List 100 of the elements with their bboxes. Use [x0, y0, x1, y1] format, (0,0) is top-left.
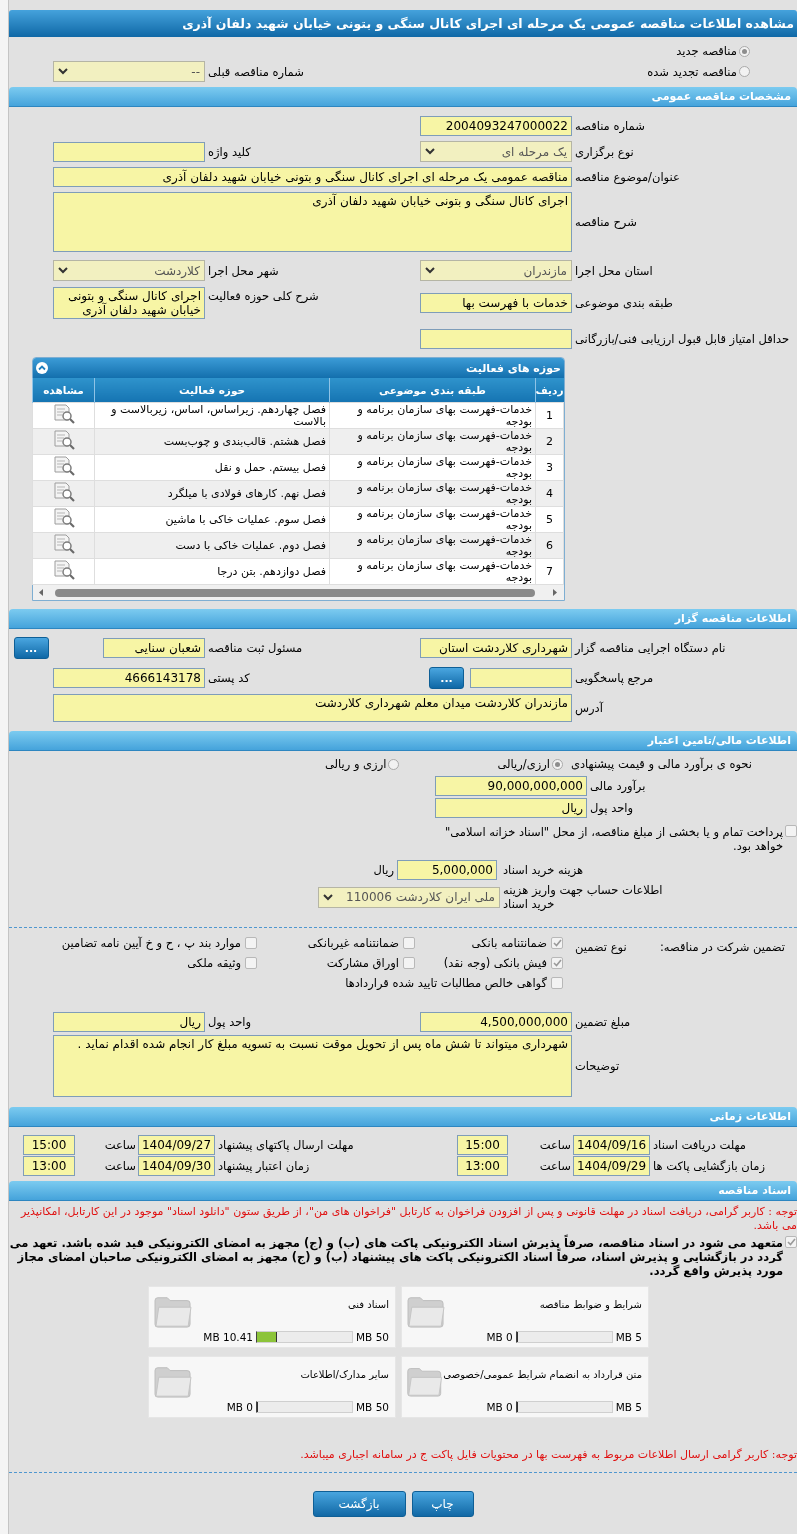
table-cell: 6 — [535, 532, 564, 559]
dropdown-field[interactable]: کلاردشت — [53, 260, 205, 281]
file-size: 0 MB — [486, 1401, 513, 1413]
checkbox-label: موارد بند پ ، ح و خ آیین نامه تضامین — [61, 936, 241, 950]
field-label: شماره مناقصه — [574, 119, 646, 133]
input-field[interactable]: 5,000,000 — [397, 860, 497, 880]
checkbox[interactable] — [403, 937, 415, 949]
field-label: زمان بازگشایی پاکت ها — [652, 1159, 766, 1173]
checkbox-label: ضمانتنامه غیربانکی — [307, 936, 399, 950]
document-search-icon[interactable] — [51, 455, 76, 477]
field-label: ساعت — [538, 1138, 572, 1152]
checkbox[interactable] — [551, 957, 563, 969]
input-field[interactable] — [53, 141, 205, 162]
caret-icon — [425, 148, 435, 155]
input-field[interactable]: شهرداری کلاردشت استان — [420, 638, 572, 658]
table-cell: فصل دوم. عملیات خاکی با دست — [94, 532, 330, 559]
field-label: مسئول ثبت مناقصه — [207, 641, 304, 655]
document-search-icon[interactable] — [51, 481, 76, 503]
radio-button[interactable] — [739, 45, 750, 57]
radio-button[interactable] — [388, 758, 400, 770]
date-field[interactable]: 1404/09/27 — [138, 1135, 215, 1155]
input-field[interactable]: ریال — [53, 1012, 205, 1032]
radio-button[interactable] — [551, 758, 563, 770]
checkbox[interactable] — [551, 977, 563, 989]
field-label: واحد پول — [589, 801, 635, 815]
size-limit: 50 MB — [356, 1401, 389, 1413]
document-search-icon[interactable] — [51, 429, 76, 451]
checkbox-label: گواهی خالص مطالبات تایید شده قراردادها — [345, 976, 547, 990]
document-search-icon[interactable] — [51, 559, 76, 581]
field-label: کد پستی — [207, 671, 251, 685]
caret-icon — [58, 68, 68, 75]
text-area[interactable]: اجرای کانال سنگی و بتونی خیابان شهید دلفان آذری — [53, 287, 205, 319]
table-cell: 3 — [535, 454, 564, 481]
field-label: تضمین شرکت در مناقصه: — [658, 939, 786, 954]
checkbox[interactable] — [785, 825, 797, 837]
column-header: ردیف — [535, 378, 564, 403]
field-label: هزینه خرید اسناد — [502, 863, 585, 877]
field-label: برآورد مالی — [589, 779, 647, 793]
checkbox[interactable] — [245, 937, 257, 949]
collapse-icon[interactable] — [36, 362, 48, 374]
text-area[interactable]: شهرداری میتواند تا شش ماه پس از تحویل موقت نسبت به تسویه مبلغ کار انجام شده اقدام نماید . — [53, 1035, 572, 1097]
table-cell: 4 — [535, 480, 564, 507]
section-header: اسناد مناقصه — [9, 1181, 797, 1201]
input-field[interactable] — [420, 329, 572, 349]
document-search-icon[interactable] — [51, 533, 76, 555]
field-label: شهر محل اجرا — [207, 263, 280, 278]
action-button[interactable]: بازگشت — [312, 1491, 406, 1517]
dropdown-field[interactable]: مازندران — [420, 260, 572, 281]
notice-text: توجه: کاربر گرامی ارسال اطلاعات مربوط به فهرست بها در محتویات فایل پاکت ج در سامانه اجباری میباشد. — [299, 1448, 797, 1462]
checkbox[interactable] — [245, 957, 257, 969]
date-field[interactable]: 1404/09/30 — [138, 1156, 215, 1176]
input-field[interactable]: خدمات با فهرست بها — [420, 293, 572, 313]
field-label: شرح کلی حوزه فعالیت — [207, 288, 320, 303]
action-button[interactable]: چاپ — [411, 1491, 474, 1517]
checkbox[interactable] — [785, 1236, 797, 1248]
table-title: حوزه های فعالیت — [466, 361, 561, 375]
table-cell: خدمات-فهرست بهای سازمان برنامه و بودجه — [329, 454, 536, 481]
input-field[interactable]: شعبان سنایی — [103, 638, 205, 658]
input-field[interactable] — [470, 668, 572, 688]
document-search-icon[interactable] — [51, 403, 76, 425]
input-field[interactable]: 4666143178 — [53, 668, 205, 688]
browse-button[interactable]: ... — [429, 667, 464, 689]
time-field[interactable]: 15:00 — [23, 1135, 75, 1155]
radio-label: مناقصه جدید — [676, 44, 737, 58]
radio-label: مناقصه تجدید شده — [647, 64, 737, 79]
time-field[interactable]: 13:00 — [23, 1156, 75, 1176]
size-limit: 50 MB — [356, 1331, 389, 1343]
field-label: نام دستگاه اجرایی مناقصه گزار — [573, 641, 727, 655]
input-field[interactable]: مناقصه عمومی یک مرحله ای اجرای کانال سنگی و بتونی خیابان شهید دلفان آذری — [53, 167, 572, 187]
field-label: توضیحات — [574, 1059, 621, 1073]
table-cell: فصل دوازدهم. بتن درجا — [94, 558, 330, 585]
dropdown-field[interactable]: -- — [53, 61, 205, 82]
field-label: واحد پول — [207, 1015, 253, 1029]
table-cell: فصل بیستم. حمل و نقل — [94, 454, 330, 481]
checkbox[interactable] — [551, 937, 563, 949]
dropdown-field[interactable]: یک مرحله ای — [420, 141, 572, 162]
dropdown-field[interactable]: ملی ایران کلاردشت 110006 — [318, 886, 500, 908]
input-field[interactable]: 90,000,000,000 — [435, 776, 587, 796]
time-field[interactable]: 13:00 — [457, 1156, 508, 1176]
input-field[interactable]: 4,500,000,000 — [420, 1012, 572, 1032]
browse-button[interactable]: ... — [13, 637, 49, 659]
field-label: حداقل امتیاز قابل قبول ارزیابی فنی/بازرگانی — [574, 332, 791, 346]
checkbox-label: ضمانتنامه بانکی — [471, 936, 547, 950]
table-cell: 2 — [535, 428, 564, 455]
text-area[interactable]: اجرای کانال سنگی و بتونی خیابان شهید دلفان آذری — [53, 192, 572, 252]
field-label: ساعت — [538, 1159, 572, 1173]
document-search-icon[interactable] — [51, 507, 76, 529]
checkbox[interactable] — [403, 957, 415, 969]
horizontal-scrollbar[interactable] — [33, 585, 564, 600]
commitment-text: متعهد می شود در اسناد مناقصه، صرفاً پذیرش اسناد الکترونیکی پاکت های (ب) و (ج) مجهز به امضای الکترونیکی قید شده باشد. تعهد می گردد در بازگشایی و پذیرش اسناد، صرفاً اسناد الکترونیکی پاکت های پیشنهاد (ب) و (ج) مجهز به امضای الکترونیکی صاحبان امضای مجاز مورد پذیرش واقع گردد. — [9, 1236, 783, 1278]
table-cell: فصل چهاردهم. زیراساس، اساس، زیربالاست و بالاست — [94, 402, 330, 429]
table-cell: فصل نهم. کارهای فولادی با میلگرد — [94, 480, 330, 507]
radio-button[interactable] — [739, 66, 750, 77]
text-area[interactable]: مازندران کلاردشت میدان معلم شهرداری کلاردشت — [53, 694, 572, 722]
date-field[interactable]: 1404/09/16 — [573, 1135, 650, 1155]
radio-label: ارزی و ریالی — [324, 757, 387, 771]
date-field[interactable]: 1404/09/29 — [573, 1156, 650, 1176]
input-field[interactable]: ریال — [435, 798, 587, 818]
time-field[interactable]: 15:00 — [457, 1135, 508, 1155]
input-field[interactable]: 2004093247000022 — [420, 116, 572, 136]
